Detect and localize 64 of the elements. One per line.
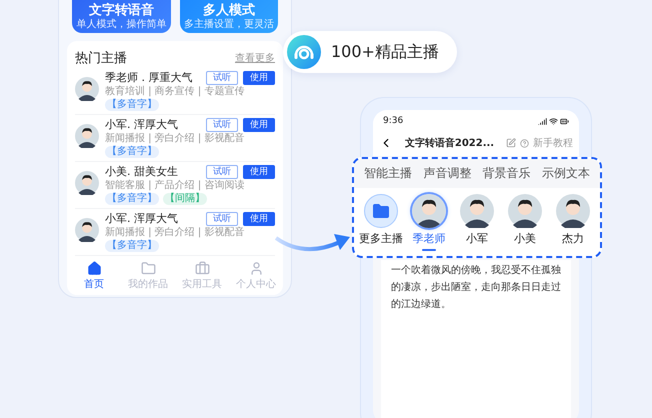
avatar-icon: [75, 124, 99, 148]
briefcase-icon: [194, 261, 210, 276]
listen-button[interactable]: 试听: [206, 118, 238, 132]
use-button[interactable]: 使用: [243, 118, 275, 132]
tag: 【多音字】: [105, 193, 159, 205]
panel-tab[interactable]: 智能主播: [364, 165, 412, 182]
wifi-icon: [549, 116, 558, 126]
pill-label: 100+精品主播: [331, 42, 439, 62]
edit-icon[interactable]: [506, 138, 516, 148]
mode-card[interactable]: 文字转语音 单人模式，操作简单: [72, 0, 170, 33]
tag: 【多音字】: [105, 146, 159, 158]
sample-text: 一个吹着微风的傍晚，我忍受不住孤独的凄凉，步出陋室，走向那条日日走过的江边绿道。: [391, 264, 561, 312]
status-time: 9:36: [383, 116, 404, 126]
avatar-icon: [412, 194, 446, 228]
avatar-icon: [556, 194, 590, 228]
selected-indicator: [422, 249, 436, 251]
anchor-name: 季老师 . 厚重大气: [105, 71, 194, 85]
signal-icon: [538, 116, 547, 126]
avatar-icon: [460, 194, 494, 228]
mode-card[interactable]: 多人模式 多主播设置，更灵活: [180, 0, 278, 33]
anchor-tags: 智能客服 | 产品介绍 | 咨询阅读: [105, 180, 275, 192]
avatar-icon: [75, 77, 99, 101]
avatar-icon: [75, 218, 99, 242]
folder-icon: [140, 261, 156, 276]
mode-subtitle: 多主播设置，更灵活: [184, 18, 274, 31]
listen-button[interactable]: 试听: [206, 212, 238, 226]
voice-name[interactable]: 小美: [514, 231, 536, 246]
page-title: 文字转语音2022...: [404, 136, 496, 150]
mode-title: 文字转语音: [88, 3, 154, 18]
anchor-name: 小军. 浑厚大气: [105, 212, 179, 226]
tag: 【多音字】: [105, 240, 159, 252]
help-link[interactable]: 新手教程: [533, 136, 573, 150]
tag: 【多音字】: [105, 99, 159, 111]
use-button[interactable]: 使用: [243, 165, 275, 179]
panel-tab[interactable]: 声音调整: [423, 165, 472, 182]
help-icon: [520, 138, 529, 148]
anchor-tags: 新闻播报 | 旁白介绍 | 影视配音: [105, 227, 275, 239]
panel-tab[interactable]: 示例文本: [542, 165, 590, 182]
anchor-name: 小美. 甜美女生: [105, 165, 179, 179]
avatar-icon: [508, 194, 542, 228]
voice-name[interactable]: 杰力: [562, 231, 584, 246]
more-voices-icon[interactable]: [364, 194, 398, 228]
anchor-tags: 教育培训 | 商务宣传 | 专题宣传: [105, 86, 275, 98]
more-link[interactable]: 查看更多: [235, 51, 275, 65]
battery-icon: [560, 116, 569, 126]
nav-item[interactable]: 首页: [67, 261, 121, 291]
listen-button[interactable]: 试听: [206, 165, 238, 179]
mode-title: 多人模式: [202, 3, 255, 18]
section-title: 热门主播: [75, 50, 127, 67]
use-button[interactable]: 使用: [243, 212, 275, 226]
use-button[interactable]: 使用: [243, 71, 275, 85]
voice-name[interactable]: 小军: [466, 231, 488, 246]
anchor-tags: 新闻播报 | 旁白介绍 | 影视配音: [105, 133, 275, 145]
listen-button[interactable]: 试听: [206, 71, 238, 85]
anchor-name: 小军. 浑厚大气: [105, 118, 179, 132]
mode-subtitle: 单人模式，操作简单: [76, 18, 166, 31]
voice-name[interactable]: 更多主播: [359, 231, 403, 246]
user-icon: [248, 261, 264, 276]
voice-name[interactable]: 季老师: [412, 231, 446, 246]
headphones-icon: [287, 35, 321, 69]
panel-tab[interactable]: 背景音乐: [482, 165, 531, 182]
tag: 【间隔】: [163, 193, 207, 205]
avatar-icon: [75, 171, 99, 195]
home-icon: [86, 261, 102, 276]
